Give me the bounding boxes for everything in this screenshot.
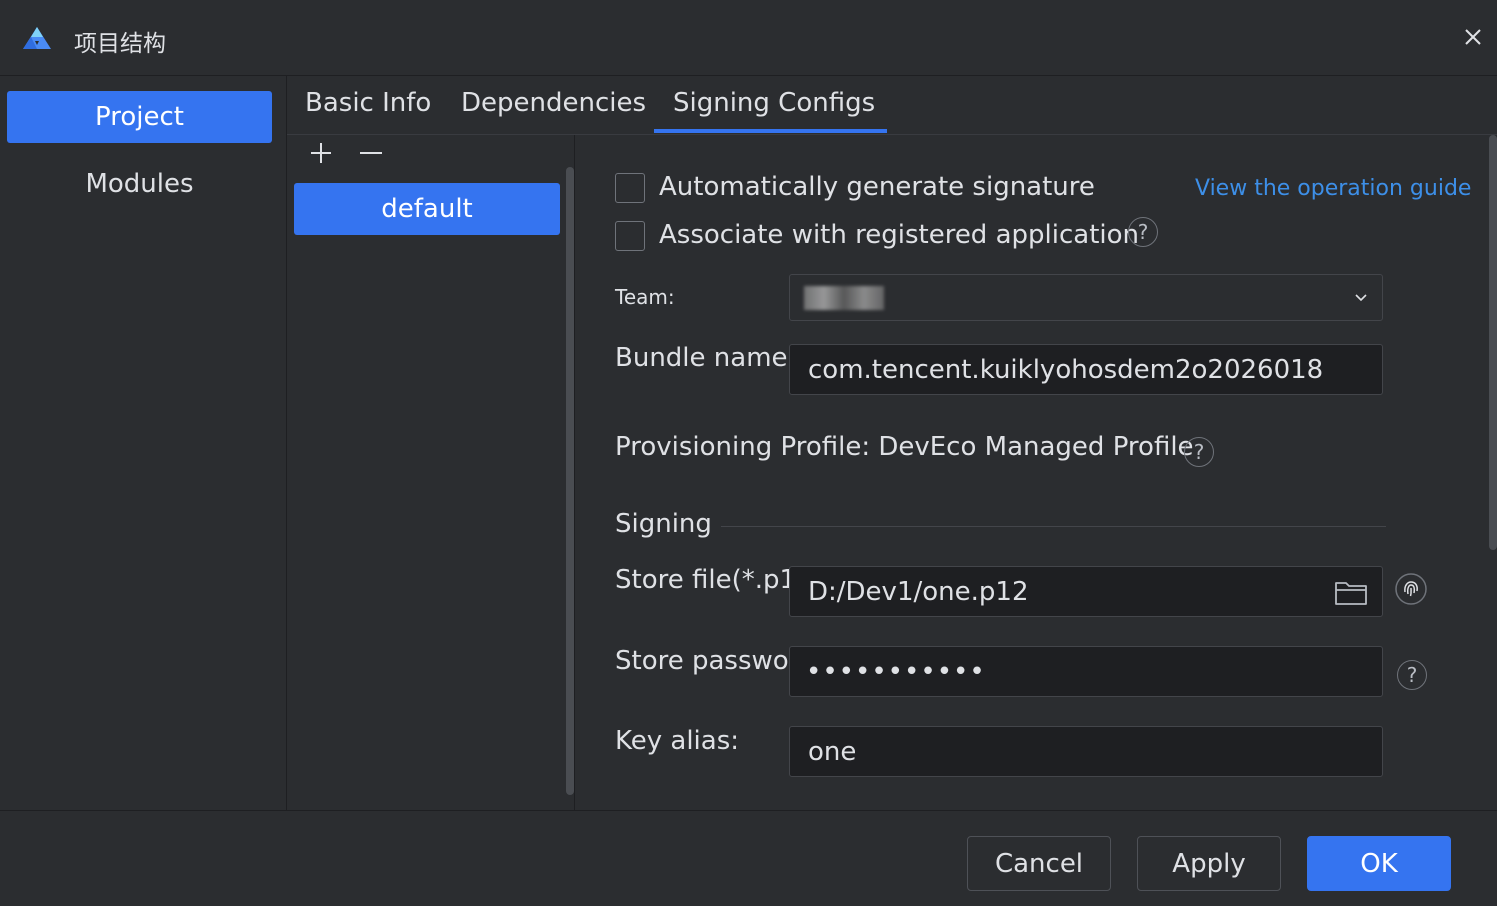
store-file-input[interactable]: [806, 575, 1310, 608]
ok-button[interactable]: OK: [1307, 836, 1451, 891]
team-redacted-value: [804, 286, 884, 310]
key-alias-field[interactable]: [789, 726, 1383, 777]
config-list-pane: default: [287, 135, 575, 810]
tab-dependencies[interactable]: Dependencies: [461, 88, 646, 118]
sidebar-item-project[interactable]: Project: [7, 91, 272, 143]
sidebar: Project Modules: [0, 76, 287, 810]
key-alias-input[interactable]: [806, 735, 1366, 768]
section-divider: [721, 526, 1386, 527]
associate-help-icon[interactable]: ?: [1128, 217, 1158, 247]
sidebar-item-label: Modules: [85, 169, 194, 199]
close-icon[interactable]: [1460, 24, 1486, 50]
password-help-icon[interactable]: ?: [1397, 660, 1427, 690]
config-item-default[interactable]: default: [294, 183, 560, 235]
deveco-logo-icon: [23, 27, 51, 49]
operation-guide-link[interactable]: View the operation guide: [1195, 176, 1471, 201]
key-alias-label: Key alias:: [615, 726, 740, 756]
add-icon[interactable]: [307, 139, 335, 167]
associate-app-checkbox[interactable]: [615, 221, 645, 251]
store-password-field[interactable]: •••••••••••: [789, 646, 1383, 697]
tab-bar: Basic Info Dependencies Signing Configs: [287, 76, 1497, 135]
provisioning-profile-label: Provisioning Profile: DevEco Managed Pro…: [615, 432, 1194, 462]
active-tab-indicator: [654, 129, 887, 133]
tab-basic-info[interactable]: Basic Info: [305, 88, 431, 118]
title-bar: 项目结构: [0, 0, 1497, 76]
window-title: 项目结构: [74, 31, 166, 57]
list-scrollbar[interactable]: [566, 167, 574, 795]
auto-sign-label: Automatically generate signature: [659, 172, 1095, 202]
dialog-footer: Cancel Apply OK: [0, 810, 1497, 906]
sidebar-item-modules[interactable]: Modules: [7, 158, 272, 210]
store-password-masked[interactable]: •••••••••••: [806, 657, 986, 687]
associate-app-label: Associate with registered application: [659, 220, 1139, 250]
fingerprint-icon[interactable]: [1395, 573, 1427, 605]
profile-help-icon[interactable]: ?: [1184, 437, 1214, 467]
team-dropdown[interactable]: [789, 274, 1383, 321]
store-file-label: Store file(*.p12: [615, 565, 789, 595]
bundle-name-input[interactable]: [806, 353, 1366, 386]
sidebar-item-label: Project: [95, 102, 184, 132]
store-file-field[interactable]: [789, 566, 1383, 617]
form-scrollbar[interactable]: [1489, 135, 1497, 550]
config-item-label: default: [381, 194, 473, 224]
cancel-button[interactable]: Cancel: [967, 836, 1111, 891]
remove-icon[interactable]: [357, 139, 385, 167]
signing-form: Automatically generate signature View th…: [575, 135, 1497, 810]
tab-signing-configs[interactable]: Signing Configs: [673, 88, 875, 118]
team-label: Team:: [615, 285, 675, 309]
apply-button[interactable]: Apply: [1137, 836, 1281, 891]
store-password-label: Store passwor: [615, 646, 789, 676]
bundle-name-label: Bundle name:: [615, 343, 797, 373]
auto-sign-checkbox[interactable]: [615, 173, 645, 203]
folder-icon[interactable]: [1334, 577, 1368, 607]
signing-section-title: Signing: [615, 509, 712, 539]
bundle-name-field[interactable]: [789, 344, 1383, 395]
chevron-down-icon: [1355, 294, 1367, 302]
